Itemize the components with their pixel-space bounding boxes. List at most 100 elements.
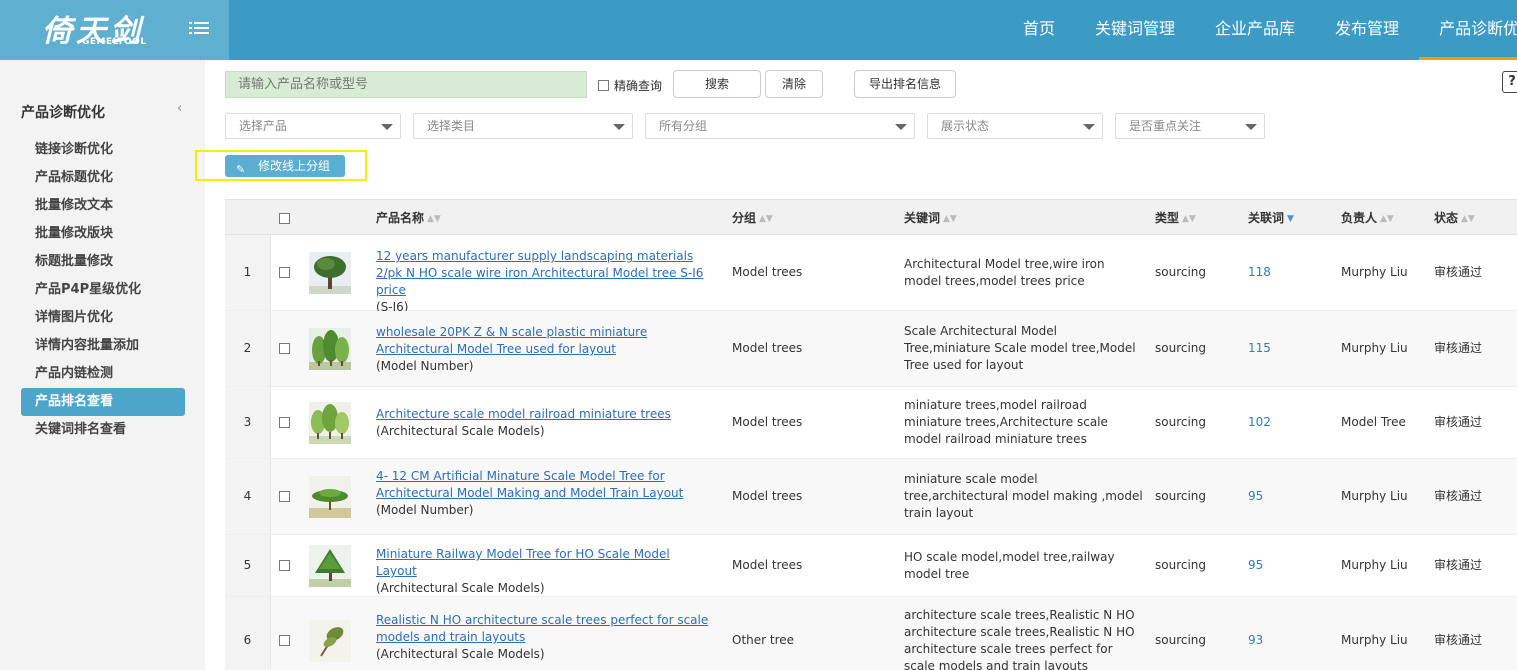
sidebar-item-title-optimize[interactable]: 产品标题优化 (21, 164, 185, 192)
row-checkbox[interactable] (279, 311, 295, 386)
table-header: 产品名称 ▲▼ 分组 ▲▼ 关键词 ▲▼ 类型 ▲▼ 关联词 ▼ 负责人 ▲▼ 状态 ▲▼ (225, 199, 1517, 235)
row-checkbox[interactable] (279, 535, 295, 596)
sort-desc-icon: ▼ (1287, 214, 1294, 224)
status-cell: 审核通过 (1434, 489, 1483, 503)
product-ranking-table: 产品名称 ▲▼ 分组 ▲▼ 关键词 ▲▼ 类型 ▲▼ 关联词 ▼ 负责人 ▲▼ 状态 ▲▼ 1… (225, 199, 1517, 670)
col-group-label: 分组 (732, 211, 757, 225)
sidebar-item-batch-text[interactable]: 批量修改文本 (21, 192, 185, 220)
status-cell: 审核通过 (1434, 558, 1483, 572)
col-owner[interactable]: 负责人 ▲▼ (1341, 200, 1394, 237)
group-cell: Model trees (732, 265, 803, 279)
sidebar-item-title-batch[interactable]: 标题批量修改 (21, 248, 185, 276)
row-index: 3 (225, 387, 271, 458)
nav-home[interactable]: 首页 (1003, 0, 1075, 60)
sidebar-menu: 链接诊断优化 产品标题优化 批量修改文本 批量修改版块 标题批量修改 产品P4P… (21, 136, 185, 444)
clear-button[interactable]: 清除 (765, 70, 823, 98)
product-name-cell: Miniature Railway Model Tree for HO Scal… (376, 546, 711, 597)
main-nav: 首页 关键词管理 企业产品库 发布管理 产品诊断优化 (1003, 0, 1517, 60)
product-thumbnail (309, 328, 351, 370)
nav-diagnosis[interactable]: 产品诊断优化 (1419, 0, 1517, 60)
related-count-link[interactable]: 115 (1248, 311, 1271, 386)
keywords-cell: HO scale model,model tree,railway model … (904, 549, 1115, 581)
row-checkbox[interactable] (279, 597, 295, 670)
select-display-status-value: 展示状态 (941, 119, 990, 133)
product-title-link[interactable]: Miniature Railway Model Tree for HO Scal… (376, 547, 670, 578)
top-header: 倚天剑 GEMELTOOL 首页 关键词管理 企业产品库 发布管理 产品诊断优化 (0, 0, 1517, 60)
table-row: 6 Realistic N HO architecture scale tree… (225, 597, 1517, 670)
search-input[interactable] (225, 71, 587, 98)
row-checkbox[interactable] (279, 459, 295, 534)
col-keywords[interactable]: 关键词 ▲▼ (904, 200, 957, 237)
col-status[interactable]: 状态 ▲▼ (1434, 200, 1475, 237)
product-title-link[interactable]: Architecture scale model railroad miniat… (376, 407, 671, 421)
product-title-link[interactable]: Realistic N HO architecture scale trees … (376, 613, 708, 644)
select-display-status[interactable]: 展示状态 (927, 113, 1103, 139)
row-index: 2 (225, 311, 271, 386)
owner-cell: Murphy Liu (1341, 265, 1408, 279)
sidebar-item-detail-images[interactable]: 详情图片优化 (21, 304, 185, 332)
sidebar-item-detail-content[interactable]: 详情内容批量添加 (21, 332, 185, 360)
related-count-link[interactable]: 118 (1248, 235, 1271, 310)
group-cell: Model trees (732, 489, 803, 503)
select-group[interactable]: 所有分组 (645, 113, 915, 139)
row-index: 5 (225, 535, 271, 596)
product-model: (Architectural Scale Models) (376, 424, 545, 438)
table-row: 3 Architecture scale model railroad mini… (225, 387, 1517, 459)
col-keywords-label: 关键词 (904, 211, 941, 225)
nav-product-library[interactable]: 企业产品库 (1195, 0, 1315, 60)
product-title-link[interactable]: 12 years manufacturer supply landscaping… (376, 249, 703, 297)
col-product-name[interactable]: 产品名称 ▲▼ (376, 200, 441, 237)
owner-cell: Murphy Liu (1341, 489, 1408, 503)
row-index: 1 (225, 235, 271, 310)
keywords-cell: miniature trees,model railroad miniature… (904, 398, 1108, 446)
col-product-name-label: 产品名称 (376, 211, 425, 225)
product-model: (Architectural Scale Models) (376, 647, 545, 661)
select-product-value: 选择产品 (239, 119, 288, 133)
row-checkbox[interactable] (279, 235, 295, 310)
product-model: (Model Number) (376, 359, 474, 373)
col-group[interactable]: 分组 ▲▼ (732, 200, 773, 237)
product-thumbnail (309, 545, 351, 587)
row-index: 4 (225, 459, 271, 534)
select-focus-value: 是否重点关注 (1129, 119, 1202, 133)
search-button[interactable]: 搜索 (673, 70, 761, 98)
col-type[interactable]: 类型 ▲▼ (1155, 200, 1196, 237)
pencil-icon: ✎ (236, 163, 246, 176)
sidebar-item-batch-section[interactable]: 批量修改版块 (21, 220, 185, 248)
sidebar-item-product-ranking[interactable]: 产品排名查看 (21, 388, 185, 416)
related-count-link[interactable]: 102 (1248, 387, 1271, 458)
product-title-link[interactable]: wholesale 20PK Z & N scale plastic minia… (376, 325, 647, 356)
export-ranking-button[interactable]: 导出排名信息 (854, 70, 956, 98)
select-all-checkbox[interactable] (279, 213, 290, 224)
owner-cell: Model Tree (1341, 415, 1406, 429)
menu-toggle-icon[interactable] (189, 20, 209, 36)
select-focus[interactable]: 是否重点关注 (1115, 113, 1265, 139)
type-cell: sourcing (1155, 558, 1207, 572)
nav-publish[interactable]: 发布管理 (1315, 0, 1419, 60)
select-product[interactable]: 选择产品 (225, 113, 401, 139)
edit-online-group-button[interactable]: ✎ 修改线上分组 (225, 155, 345, 177)
sidebar-item-keyword-ranking[interactable]: 关键词排名查看 (21, 416, 185, 444)
related-count-link[interactable]: 95 (1248, 535, 1263, 596)
keywords-cell: Scale Architectural Model Tree,miniature… (904, 324, 1136, 372)
precise-query[interactable]: 精确查询 (598, 77, 662, 94)
col-related[interactable]: 关联词 ▼ (1248, 200, 1294, 237)
related-count-link[interactable]: 93 (1248, 597, 1263, 670)
sidebar-item-p4p[interactable]: 产品P4P星级优化 (21, 276, 185, 304)
help-icon[interactable]: ? (1502, 71, 1517, 93)
precise-checkbox[interactable] (598, 80, 609, 91)
row-checkbox[interactable] (279, 387, 295, 458)
collapse-chevron-icon[interactable]: ‹ (177, 101, 182, 116)
type-cell: sourcing (1155, 265, 1207, 279)
nav-keywords[interactable]: 关键词管理 (1075, 0, 1195, 60)
sidebar-item-link-diagnosis[interactable]: 链接诊断优化 (21, 136, 185, 164)
sort-icon: ▲▼ (1380, 214, 1394, 224)
edit-online-group-label: 修改线上分组 (258, 159, 331, 173)
col-owner-label: 负责人 (1341, 211, 1378, 225)
product-title-link[interactable]: 4- 12 CM Artificial Minature Scale Model… (376, 469, 683, 500)
sort-icon: ▲▼ (759, 214, 773, 224)
related-count-link[interactable]: 95 (1248, 459, 1263, 534)
sort-icon: ▲▼ (1182, 214, 1196, 224)
select-category[interactable]: 选择类目 (413, 113, 633, 139)
sidebar-item-internal-links[interactable]: 产品内链检测 (21, 360, 185, 388)
